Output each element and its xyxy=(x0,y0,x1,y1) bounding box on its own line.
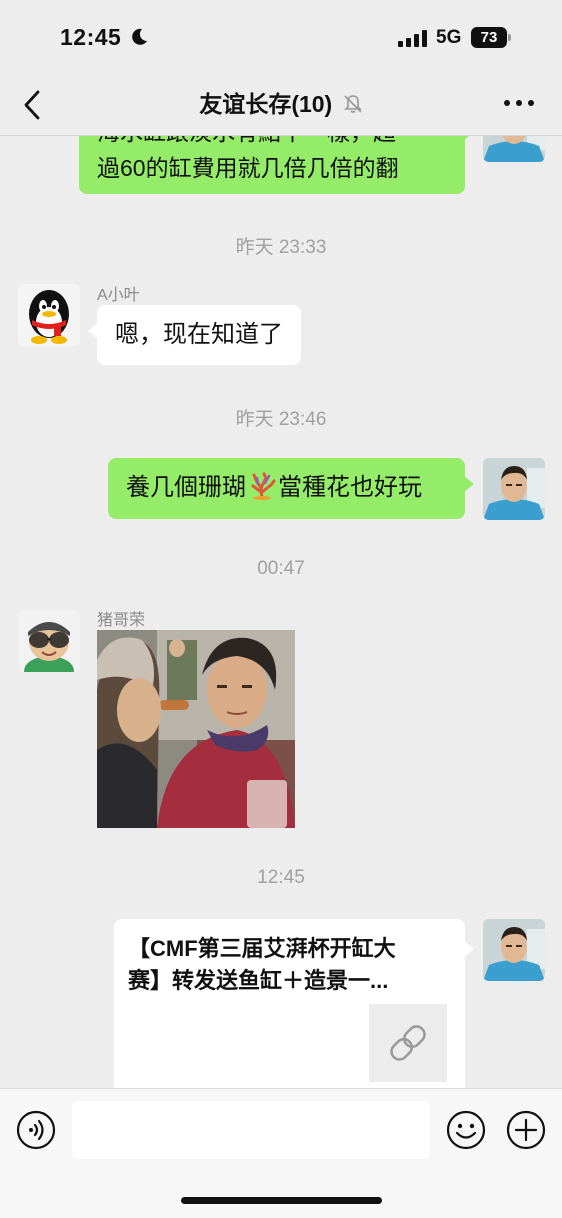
my-avatar[interactable] xyxy=(483,458,545,520)
message-bubble-received[interactable]: 嗯，现在知道了 xyxy=(88,305,301,365)
timestamp-separator: 00:47 xyxy=(257,558,305,579)
sender-name: A小叶 xyxy=(97,287,140,304)
network-type: 5G xyxy=(436,27,462,48)
message-text: 養几個珊瑚 xyxy=(126,474,246,501)
nav-bar: 友谊长存(10) xyxy=(0,74,562,136)
timestamp-separator: 12:45 xyxy=(257,867,305,888)
link-thumbnail xyxy=(369,1004,447,1082)
sender-avatar-sunglasses[interactable] xyxy=(18,610,80,672)
message-bubble-sent[interactable]: 養几個珊瑚 當種花也好玩 xyxy=(108,458,474,519)
battery-level: 73 xyxy=(471,27,507,48)
sender-name: 猪哥荣 xyxy=(97,612,146,629)
home-indicator[interactable] xyxy=(181,1197,382,1204)
status-bar: 12:45 5G 73 xyxy=(0,0,562,74)
plus-circle-icon[interactable] xyxy=(506,1110,546,1150)
message-text: 過60的缸費用就几倍几倍的翻 xyxy=(97,155,399,181)
bell-off-icon xyxy=(343,95,362,113)
chat-area[interactable]: 海水缸跟淡水有點不一樣，超 過60的缸費用就几倍几倍的翻 昨天 23:33 xyxy=(0,0,562,1088)
ellipsis-icon[interactable] xyxy=(503,98,535,108)
voice-icon[interactable] xyxy=(16,1110,56,1150)
smiley-icon[interactable] xyxy=(446,1110,486,1150)
image-message[interactable] xyxy=(97,630,295,828)
coral-emoji-icon xyxy=(248,472,276,500)
signal-icon xyxy=(398,30,427,47)
moon-icon xyxy=(132,28,147,45)
link-card-title: 【CMF第三届艾湃杯开缸大 赛】转发送鱼缸＋造景一... xyxy=(128,936,396,993)
message-input[interactable] xyxy=(72,1101,430,1159)
timestamp-separator: 昨天 23:46 xyxy=(235,409,327,430)
chat-title[interactable]: 友谊长存(10) xyxy=(0,74,562,136)
link-card-message[interactable]: 【CMF第三届艾湃杯开缸大 赛】转发送鱼缸＋造景一... xyxy=(114,919,474,1088)
status-time: 12:45 xyxy=(60,24,122,50)
sender-avatar-qq-penguin[interactable] xyxy=(18,284,80,346)
link-icon xyxy=(390,1025,426,1061)
my-avatar[interactable] xyxy=(483,919,545,981)
battery-icon: 73 xyxy=(471,27,511,48)
message-text: 當種花也好玩 xyxy=(278,474,422,501)
timestamp-separator: 昨天 23:33 xyxy=(235,237,327,258)
chat-title-text: 友谊长存(10) xyxy=(199,91,333,117)
message-text: 嗯，现在知道了 xyxy=(115,321,283,348)
